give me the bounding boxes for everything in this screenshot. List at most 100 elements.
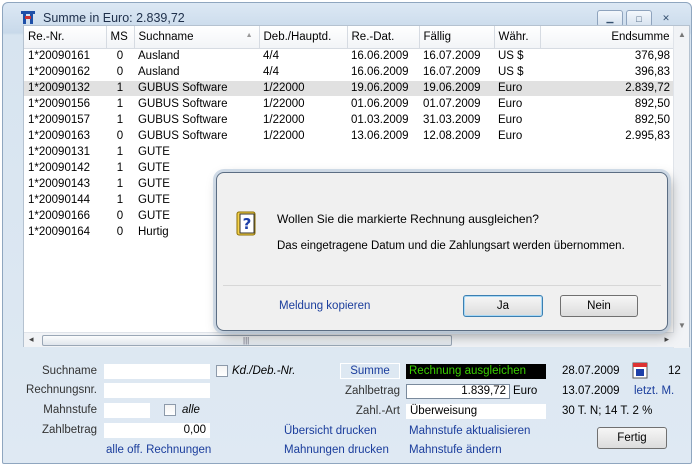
cell-dat: 01.06.2009 bbox=[347, 96, 419, 113]
last-dunning-link[interactable]: letzt. M. bbox=[634, 385, 674, 397]
cell-nr: 1*20090166 bbox=[24, 208, 106, 225]
table-row[interactable]: 1*20090161 0 Ausland 4/4 16.06.2009 16.07.200… bbox=[24, 48, 674, 65]
zahlbetrag2-input[interactable]: 1.839,72 bbox=[406, 384, 510, 399]
cell-faellig: 16.07.2009 bbox=[419, 48, 494, 65]
calendar-icon[interactable] bbox=[632, 362, 648, 379]
cell-faellig: 01.07.2009 bbox=[419, 96, 494, 113]
suchname-input[interactable] bbox=[104, 364, 210, 379]
kd-label: Kd./Deb.-Nr. bbox=[232, 365, 296, 377]
scroll-right-icon[interactable]: ▸ bbox=[664, 334, 669, 345]
scroll-left-icon[interactable]: ◂ bbox=[29, 334, 34, 345]
done-button[interactable]: Fertig bbox=[597, 427, 667, 449]
table-row[interactable]: 1*20090131 1 GUTE bbox=[24, 144, 674, 161]
scroll-up-icon[interactable]: ▲ bbox=[678, 30, 686, 39]
print-dunning-letters-link[interactable]: Mahnungen drucken bbox=[284, 444, 389, 456]
header-col-deb[interactable]: Deb./Hauptd. bbox=[259, 26, 348, 49]
copy-message-link[interactable]: Meldung kopieren bbox=[279, 300, 370, 312]
empty-cell bbox=[106, 255, 134, 272]
cell-dat: 19.06.2009 bbox=[347, 80, 419, 97]
cell-summe: 892,50 bbox=[540, 96, 674, 113]
cell-deb: 1/22000 bbox=[259, 96, 347, 113]
cell-summe: 892,50 bbox=[540, 112, 674, 129]
summe-button[interactable]: Summe bbox=[340, 363, 400, 379]
cell-dat: 01.03.2009 bbox=[347, 112, 419, 129]
horizontal-scrollbar[interactable]: ◂ ||| ▸ bbox=[24, 332, 674, 347]
zahlart-input[interactable]: Überweisung bbox=[406, 404, 546, 419]
cell-deb bbox=[259, 144, 347, 161]
print-overview-link[interactable]: Übersicht drucken bbox=[284, 425, 377, 437]
svg-text:?: ? bbox=[243, 215, 252, 233]
cell-dat: 13.06.2009 bbox=[347, 128, 419, 145]
cell-ms: 0 bbox=[106, 64, 134, 81]
header-col-ms[interactable]: MS bbox=[106, 26, 135, 49]
date-field-1: 28.07.2009 bbox=[562, 365, 620, 377]
cell-ms: 0 bbox=[106, 224, 134, 241]
alle-checkbox[interactable] bbox=[164, 404, 176, 416]
cell-waehr: Euro bbox=[494, 128, 540, 145]
cell-nr: 1*20090161 bbox=[24, 48, 106, 65]
header-col-faellig[interactable]: Fällig bbox=[419, 26, 495, 49]
cell-name: Ausland bbox=[134, 48, 259, 65]
window-title: Summe in Euro: 2.839,72 bbox=[43, 11, 185, 25]
mahnstufe-input[interactable] bbox=[104, 403, 150, 418]
cell-ms: 1 bbox=[106, 176, 134, 193]
cell-ms: 1 bbox=[106, 160, 134, 177]
header-col-endsumme[interactable]: Endsumme bbox=[540, 26, 675, 49]
header-col-suchname[interactable]: Suchname ▲ bbox=[134, 26, 260, 49]
cell-nr: 1*20090157 bbox=[24, 112, 106, 129]
cell-faellig: 31.03.2009 bbox=[419, 112, 494, 129]
empty-cell bbox=[106, 240, 134, 257]
cell-name: GUBUS Software bbox=[134, 128, 259, 145]
change-dunning-level-link[interactable]: Mahnstufe ändern bbox=[409, 444, 502, 456]
mahnstufe-label: Mahnstufe bbox=[43, 404, 97, 416]
cell-ms: 1 bbox=[106, 96, 134, 113]
cell-faellig bbox=[419, 144, 494, 161]
vertical-scrollbar[interactable]: ▲ ▼ bbox=[673, 26, 689, 348]
update-dunning-level-link[interactable]: Mahnstufe aktualisieren bbox=[409, 425, 530, 437]
payment-terms: 30 T. N; 14 T. 2 % bbox=[562, 405, 653, 417]
app-icon bbox=[21, 11, 35, 24]
cell-deb: 4/4 bbox=[259, 48, 347, 65]
cell-waehr bbox=[494, 144, 540, 161]
suchname-label: Suchname bbox=[42, 365, 97, 377]
cell-dat bbox=[347, 144, 419, 161]
question-icon: ? bbox=[236, 211, 256, 236]
zahlbetrag2-label: Zahlbetrag bbox=[345, 385, 400, 397]
table-row[interactable]: 1*20090163 0 GUBUS Software 1/22000 13.06.20… bbox=[24, 128, 674, 145]
sort-ascending-icon: ▲ bbox=[245, 32, 253, 39]
zahlbetrag-input[interactable]: 0,00 bbox=[104, 423, 210, 438]
empty-cell bbox=[24, 255, 106, 272]
rechnungsnr-label: Rechnungsnr. bbox=[26, 384, 97, 396]
cell-name: GUTE bbox=[134, 144, 259, 161]
cell-summe bbox=[540, 144, 674, 161]
no-button[interactable]: Nein bbox=[560, 295, 638, 317]
cell-deb: 1/22000 bbox=[259, 112, 347, 129]
scroll-thumb[interactable]: ||| bbox=[42, 335, 452, 346]
dialog-question: Wollen Sie die markierte Rechnung ausgle… bbox=[277, 212, 539, 226]
header-col-waehr[interactable]: Währ. bbox=[494, 26, 541, 49]
count-label: 12 bbox=[668, 365, 681, 377]
cell-nr: 1*20090131 bbox=[24, 144, 106, 161]
table-row[interactable]: 1*20090132 1 GUBUS Software 1/22000 19.06.20… bbox=[24, 80, 674, 97]
cell-summe: 376,98 bbox=[540, 48, 674, 65]
scroll-down-icon[interactable]: ▼ bbox=[678, 321, 686, 330]
cell-deb: 1/22000 bbox=[259, 80, 347, 97]
cell-ms: 1 bbox=[106, 80, 134, 97]
cell-summe: 2.995,83 bbox=[540, 128, 674, 145]
all-open-invoices-link[interactable]: alle off. Rechnungen bbox=[106, 444, 211, 456]
cell-nr: 1*20090163 bbox=[24, 128, 106, 145]
cell-summe: 2.839,72 bbox=[540, 80, 674, 97]
zahlbetrag-label: Zahlbetrag bbox=[42, 424, 97, 436]
empty-cell bbox=[24, 240, 106, 257]
cell-ms: 1 bbox=[106, 192, 134, 209]
kd-checkbox[interactable] bbox=[216, 365, 228, 377]
header-col-renr[interactable]: Re.-Nr. bbox=[24, 26, 107, 49]
header-col-redat[interactable]: Re.-Dat. bbox=[347, 26, 420, 49]
rechnungsnr-input[interactable] bbox=[104, 383, 210, 398]
cell-faellig: 12.08.2009 bbox=[419, 128, 494, 145]
table-row[interactable]: 1*20090156 1 GUBUS Software 1/22000 01.06.20… bbox=[24, 96, 674, 113]
table-row[interactable]: 1*20090157 1 GUBUS Software 1/22000 01.03.20… bbox=[24, 112, 674, 129]
table-row[interactable]: 1*20090162 0 Ausland 4/4 16.06.2009 16.07.200… bbox=[24, 64, 674, 81]
currency-label: Euro bbox=[513, 385, 538, 397]
yes-button[interactable]: Ja bbox=[463, 295, 543, 317]
